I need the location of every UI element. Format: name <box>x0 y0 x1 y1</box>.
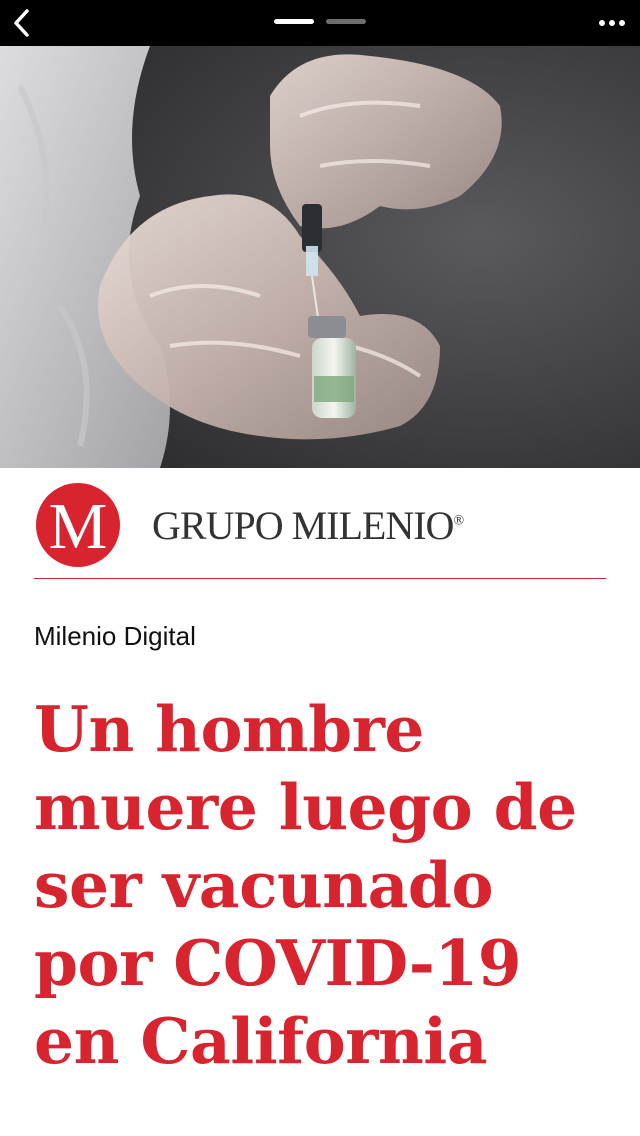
ellipsis-horizontal-icon <box>599 20 605 26</box>
vaccine-photo-illustration <box>0 46 640 468</box>
headline-line: por COVID-19 <box>34 926 522 1000</box>
more-options-button[interactable] <box>594 10 630 36</box>
publisher-logo: M <box>36 483 120 567</box>
top-navigation-bar <box>0 0 640 46</box>
page-indicator-dot-active[interactable] <box>274 19 314 24</box>
divider <box>34 578 606 579</box>
registered-mark: ® <box>453 513 464 529</box>
article-byline: Milenio Digital <box>34 621 196 651</box>
publisher-name-text: GRUPO MILENIO <box>152 502 454 548</box>
hero-image <box>0 46 640 468</box>
page-indicator <box>274 19 366 25</box>
headline-line: en California <box>34 1004 488 1078</box>
page-indicator-dot[interactable] <box>326 19 366 24</box>
publisher-name: GRUPO MILENIO® <box>152 502 464 549</box>
publisher-brand: M GRUPO MILENIO® <box>36 483 464 567</box>
article-headline: Un hombre muere luego de ser vacunado po… <box>34 690 624 1080</box>
ellipsis-dot <box>619 20 625 26</box>
logo-letter: M <box>48 490 108 563</box>
chevron-left-icon <box>14 9 29 37</box>
headline-line: ser vacunado <box>34 848 493 922</box>
headline-line: muere luego de <box>34 770 577 844</box>
ellipsis-dot <box>609 20 615 26</box>
headline-line: Un hombre <box>34 692 425 766</box>
back-button[interactable] <box>6 6 38 40</box>
